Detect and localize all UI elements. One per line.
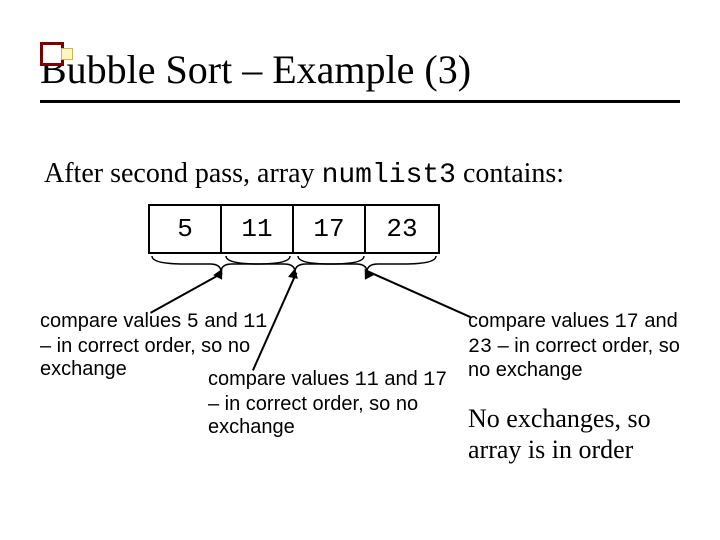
cap-text: compare values [208, 368, 355, 390]
caption-compare-2: compare values 11 and 17 – in correct or… [208, 368, 448, 440]
page-title: Bubble Sort – Example (3) [40, 48, 680, 92]
arrow-head-icon [288, 267, 300, 279]
slide: Bubble Sort – Example (3) After second p… [0, 0, 720, 540]
array-name: numlist3 [322, 160, 456, 191]
cap-text: compare values [40, 310, 187, 332]
intro-suffix: contains: [456, 158, 564, 189]
array-table: 5 11 17 23 [148, 204, 440, 254]
conclusion-text: No exchanges, so array is in order [468, 404, 688, 465]
cap-value: 5 [187, 311, 199, 334]
intro-line: After second pass, array numlist3 contai… [44, 158, 564, 191]
array-cell: 23 [366, 206, 438, 252]
array-cell: 11 [222, 206, 294, 252]
title-bar: Bubble Sort – Example (3) [40, 48, 680, 103]
array-cell: 17 [294, 206, 366, 252]
cap-text: – in correct order, so no exchange [468, 335, 680, 382]
array-cell: 5 [150, 206, 222, 252]
cap-value: 17 [615, 311, 639, 334]
cap-value: 17 [423, 369, 447, 392]
caption-compare-3: compare values 17 and 23 – in correct or… [468, 310, 698, 383]
cap-text: and [639, 310, 678, 332]
cap-text: and [379, 368, 423, 390]
cap-value: 23 [468, 336, 492, 359]
intro-prefix: After second pass, array [44, 158, 322, 189]
cap-text: – in correct order, so no exchange [208, 393, 418, 439]
cap-value: 11 [243, 311, 267, 334]
cap-value: 11 [355, 369, 379, 392]
cap-text: compare values [468, 310, 615, 332]
arrow-line-icon [366, 270, 471, 318]
arrow-line-icon [150, 272, 223, 314]
cap-text: and [199, 310, 243, 332]
title-accent-icon [40, 42, 64, 66]
